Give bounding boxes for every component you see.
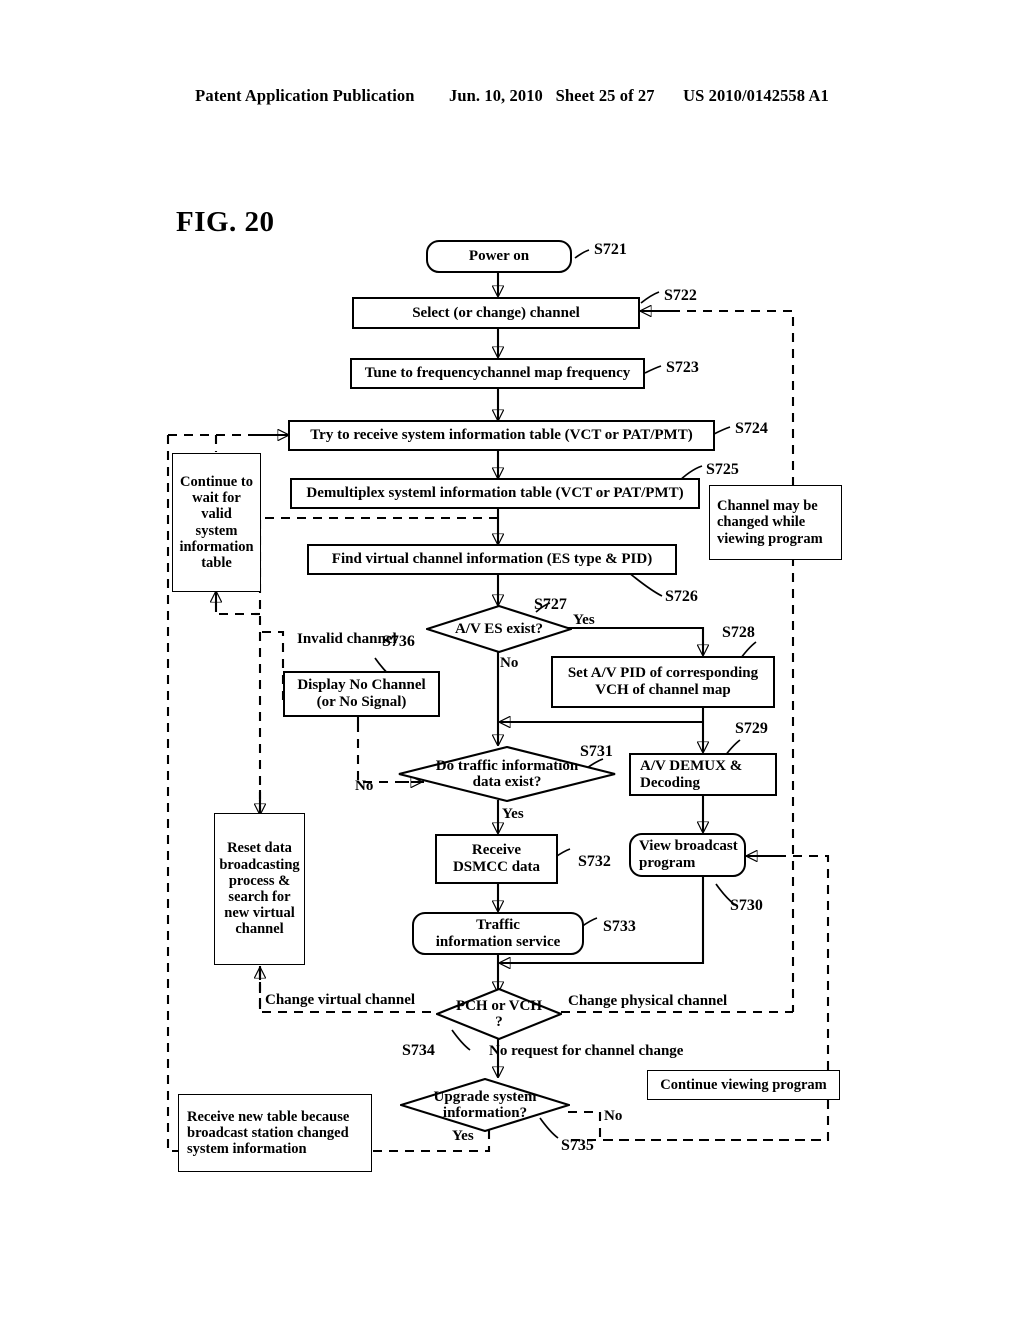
node-power-on-line-0: Power on [468, 248, 530, 265]
node-reset-data-line-2: process & [228, 872, 291, 889]
node-continue-wait-line-1: wait for [192, 490, 241, 507]
node-try-receive-si-table-line-0: Try to receive system information table … [310, 427, 693, 444]
node-try-receive-si-table[interactable]: Try to receive system information table … [288, 420, 715, 451]
edge-label-av-yes: Yes [573, 612, 595, 628]
step-ref-s724: S724 [735, 420, 768, 437]
node-view-broadcast-program[interactable]: View broadcast program [629, 833, 746, 877]
node-receive-dsmcc-data[interactable]: Receive DSMCC data [435, 834, 558, 884]
edge-label-upgrade-no: No [604, 1108, 623, 1124]
node-channel-change-note-line-1: changed while [717, 514, 806, 531]
edge-label-change-virtual-channel: Change virtual channel [265, 992, 416, 1008]
node-traffic-information-service-line-1: information service [435, 933, 561, 950]
node-reset-data-line-1: broadcasting [219, 856, 300, 873]
step-ref-s732: S732 [578, 853, 611, 870]
node-av-demux-decoding-line-0: A/V DEMUX & [640, 757, 743, 774]
node-receive-new-table-line-1: broadcast station changed [187, 1124, 349, 1141]
edge-label-upgrade-yes: Yes [452, 1128, 474, 1144]
node-traffic-information-service[interactable]: Traffic information service [412, 912, 584, 955]
node-view-broadcast-program-line-0: View broadcast [639, 838, 738, 855]
node-continue-wait-valid-si-table[interactable]: Continue to wait for valid system inform… [172, 453, 261, 592]
step-ref-s734: S734 [402, 1042, 435, 1059]
node-select-channel-line-0: Select (or change) channel [412, 304, 580, 321]
edge-label-traffic-yes: Yes [502, 806, 524, 822]
step-ref-s727: S727 [534, 596, 567, 613]
node-upgrade-system-info-decision[interactable]: Upgrade system information? [400, 1078, 570, 1132]
node-find-virtual-channel-info[interactable]: Find virtual channel information (ES typ… [307, 544, 677, 575]
node-continue-viewing-program[interactable]: Continue viewing program [647, 1070, 840, 1100]
step-ref-s725: S725 [706, 461, 739, 478]
node-channel-change-note[interactable]: Channel may be changed while viewing pro… [709, 485, 842, 560]
step-ref-s721: S721 [594, 241, 627, 258]
step-ref-s723: S723 [666, 359, 699, 376]
edge-label-av-no: No [500, 655, 519, 671]
step-ref-s722: S722 [664, 287, 697, 304]
edge-label-no-request-channel-change: No request for channel change [489, 1043, 684, 1059]
node-receive-dsmcc-data-line-1: DSMCC data [452, 859, 541, 875]
node-find-virtual-channel-info-line-0: Find virtual channel information (ES typ… [331, 551, 653, 568]
node-channel-change-note-line-0: Channel may be [717, 498, 818, 515]
node-continue-viewing-program-line-0: Continue viewing program [660, 1076, 827, 1093]
node-display-no-channel-line-0: Display No Channel [297, 677, 426, 694]
node-select-channel[interactable]: Select (or change) channel [352, 297, 640, 329]
node-display-no-channel[interactable]: Display No Channel (or No Signal) [283, 671, 440, 717]
step-ref-s728: S728 [722, 624, 755, 641]
node-receive-new-table-line-2: system information [187, 1141, 307, 1158]
node-tune-frequency[interactable]: Tune to frequencychannel map frequency [350, 358, 645, 389]
node-receive-new-table-line-0: Receive new table because [187, 1108, 350, 1125]
node-power-on[interactable]: Power on [426, 240, 572, 273]
edge-label-invalid-channel: Invalid channel [297, 631, 397, 648]
step-ref-s731: S731 [580, 743, 613, 760]
node-continue-wait-line-0: Continue to [180, 473, 253, 490]
node-continue-wait-line-4: information [179, 538, 254, 555]
node-continue-wait-line-2: valid [201, 506, 232, 523]
node-reset-data-broadcasting[interactable]: Reset data broadcasting process & search… [214, 813, 305, 965]
node-reset-data-line-0: Reset data [227, 840, 292, 857]
node-set-av-pid-line-0: Set A/V PID of corresponding [567, 665, 759, 682]
node-demultiplex-si-table-line-0: Demultiplex systeml information table (V… [306, 485, 684, 502]
node-pch-or-vch-decision[interactable]: PCH or VCH ? [436, 988, 562, 1040]
node-reset-data-line-4: new virtual [224, 905, 295, 922]
node-demultiplex-si-table[interactable]: Demultiplex systeml information table (V… [290, 478, 700, 509]
node-reset-data-line-3: search for [228, 889, 291, 905]
step-ref-s730: S730 [730, 897, 763, 914]
node-display-no-channel-line-1: (or No Signal) [316, 694, 407, 710]
node-reset-data-line-5: channel [235, 921, 284, 938]
step-ref-s726: S726 [665, 588, 698, 605]
edge-label-change-physical-channel: Change physical channel [568, 993, 728, 1009]
step-ref-s733: S733 [603, 918, 636, 935]
node-receive-dsmcc-data-line-0: Receive [471, 842, 522, 859]
node-receive-new-table[interactable]: Receive new table because broadcast stat… [178, 1094, 372, 1172]
node-av-demux-decoding-line-1: Decoding [640, 774, 700, 791]
node-av-demux-decoding[interactable]: A/V DEMUX & Decoding [629, 753, 777, 796]
node-set-av-pid-line-1: VCH of channel map [595, 682, 731, 698]
step-ref-s735: S735 [561, 1137, 594, 1154]
node-set-av-pid[interactable]: Set A/V PID of corresponding VCH of chan… [551, 656, 775, 708]
edge-label-traffic-no: No [355, 778, 374, 794]
node-traffic-information-service-line-0: Traffic [476, 916, 520, 933]
node-channel-change-note-line-2: viewing program [717, 530, 823, 547]
node-continue-wait-line-5: table [201, 554, 232, 571]
node-tune-frequency-line-0: Tune to frequencychannel map frequency [364, 365, 631, 382]
node-view-broadcast-program-line-1: program [639, 855, 696, 871]
step-ref-s729: S729 [735, 720, 768, 737]
edge-label-invalid-channel-line-0: Invalid channel [297, 631, 397, 647]
node-continue-wait-line-3: system [195, 522, 238, 539]
